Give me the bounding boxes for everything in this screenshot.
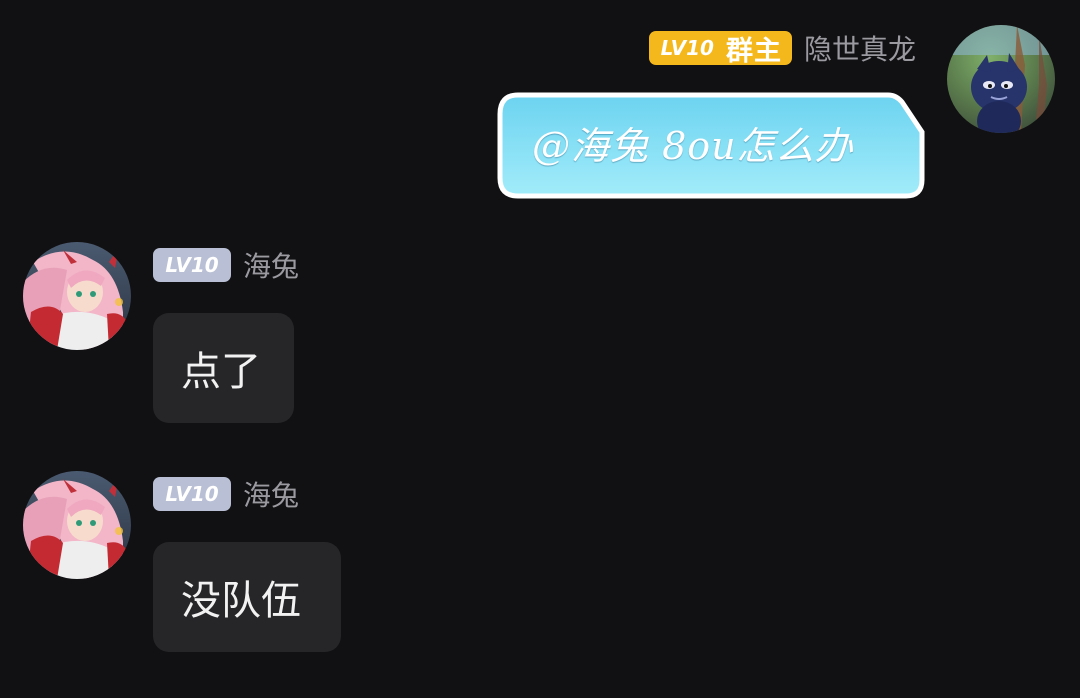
message-2-text: 点了 [181, 349, 261, 395]
owner-level-badge: LV10 群主 [648, 31, 792, 67]
chat-view: LV10 群主 隐世真龙 @海兔 8ou怎么办 LV10 海兔 点了 LV10 … [0, 0, 1080, 698]
anime-girl-avatar-icon[interactable] [23, 471, 131, 579]
message-2-header: LV10 海兔 [153, 242, 299, 288]
sender-name[interactable]: 海兔 [243, 245, 299, 285]
message-3-header: LV10 海兔 [153, 471, 299, 517]
sender-name[interactable]: 隐世真龙 [804, 28, 916, 68]
level-badge: LV10 [153, 248, 231, 282]
group-owner-label: 群主 [725, 35, 782, 67]
blue-creature-avatar-icon[interactable] [947, 25, 1055, 133]
message-1-text: @海兔 8ou怎么办 [532, 123, 854, 168]
message-3-bubble[interactable]: 没队伍 [153, 542, 341, 652]
anime-girl-avatar-icon[interactable] [23, 242, 131, 350]
message-1-header: LV10 群主 隐世真龙 [648, 25, 916, 71]
message-3-text: 没队伍 [181, 578, 301, 624]
level-badge: LV10 [153, 477, 231, 511]
message-1-bubble[interactable]: @海兔 8ou怎么办 [496, 92, 927, 200]
sender-name[interactable]: 海兔 [243, 474, 299, 514]
level-label: LV10 [660, 36, 714, 60]
message-2-bubble[interactable]: 点了 [153, 313, 294, 423]
